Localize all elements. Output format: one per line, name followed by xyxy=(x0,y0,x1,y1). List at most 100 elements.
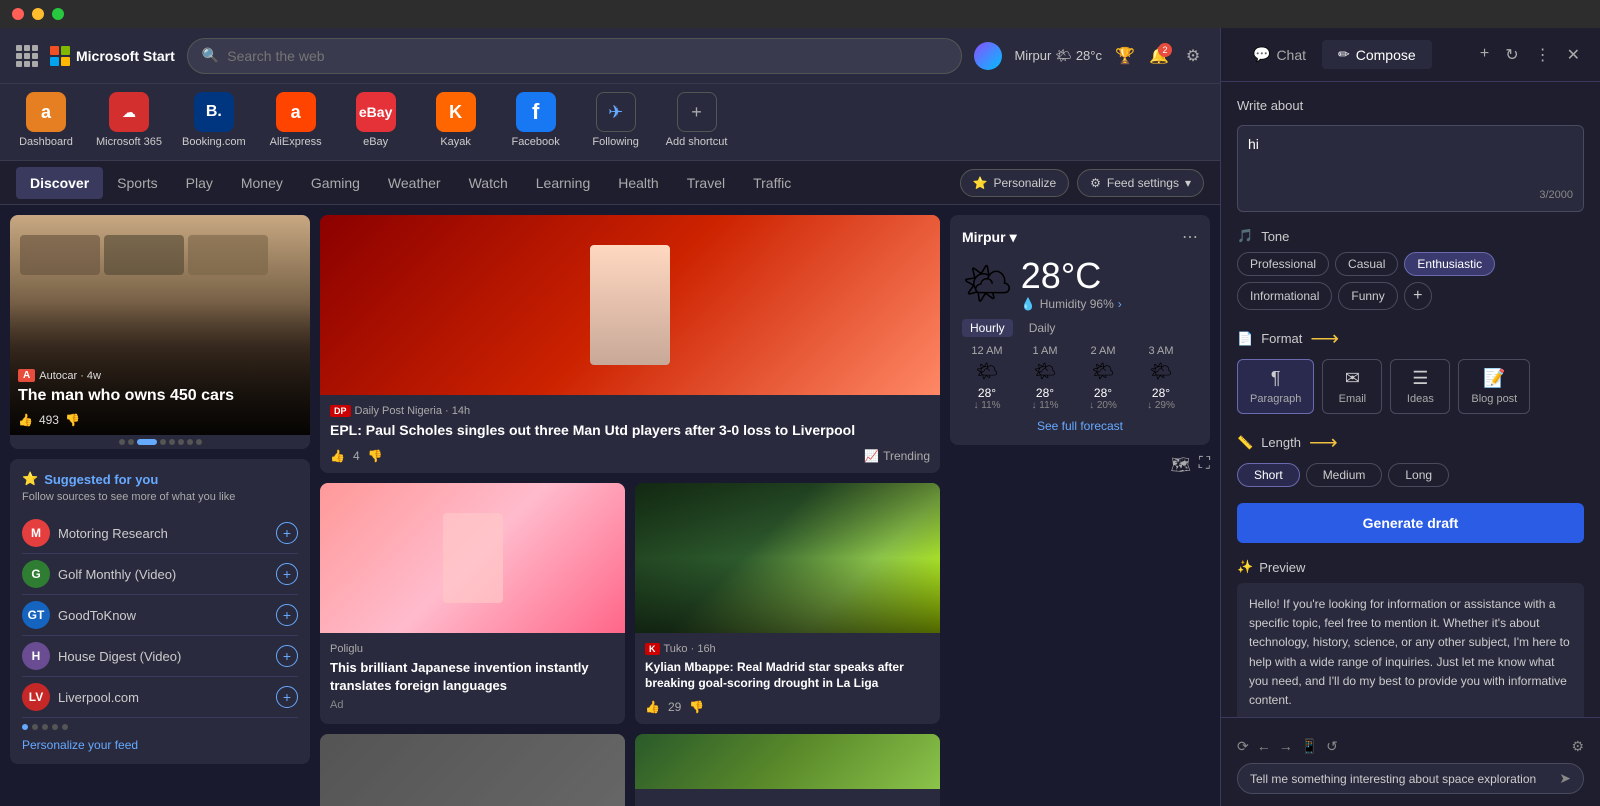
add-liverpool-button[interactable]: + xyxy=(276,686,298,708)
like-mbappe-icon[interactable]: 👍 xyxy=(645,700,660,714)
japanese-article-card[interactable]: Poliglu This brilliant Japanese inventio… xyxy=(320,483,625,725)
new-chat-button[interactable]: + xyxy=(1476,41,1493,69)
chat-input-bar[interactable]: ➤ xyxy=(1237,763,1584,794)
format-email-button[interactable]: ✉ Email xyxy=(1322,359,1382,414)
tone-add-button[interactable]: + xyxy=(1404,282,1432,310)
search-bar[interactable]: 🔍 xyxy=(187,38,963,74)
tab-health[interactable]: Health xyxy=(604,167,672,199)
length-long-button[interactable]: Long xyxy=(1388,463,1449,487)
see-full-forecast-link[interactable]: See full forecast xyxy=(962,419,1198,433)
tab-money[interactable]: Money xyxy=(227,167,297,199)
personalize-feed-link[interactable]: Personalize your feed xyxy=(22,738,298,752)
site-title: Microsoft Start xyxy=(76,48,175,64)
tab-compose[interactable]: ✏ Compose xyxy=(1322,40,1432,69)
add-housedigest-button[interactable]: + xyxy=(276,645,298,667)
add-goodtoknow-button[interactable]: + xyxy=(276,604,298,626)
tone-options: Professional Casual Enthusiastic Informa… xyxy=(1237,252,1584,310)
chat-settings-icon[interactable]: ⚙ xyxy=(1571,738,1584,755)
minimize-window-button[interactable] xyxy=(32,8,44,20)
tab-travel[interactable]: Travel xyxy=(673,167,739,199)
mobile-icon[interactable]: 📱 xyxy=(1301,738,1318,755)
tone-funny-button[interactable]: Funny xyxy=(1338,282,1397,310)
bing-icon[interactable] xyxy=(974,42,1002,70)
generate-draft-button[interactable]: Generate draft xyxy=(1237,503,1584,543)
format-icon: 📄 xyxy=(1237,331,1253,347)
refresh-chat-button[interactable]: ↻ xyxy=(1501,41,1522,69)
dislike-icon[interactable]: 👎 xyxy=(65,413,80,427)
format-ideas-button[interactable]: ☰ Ideas xyxy=(1390,359,1450,414)
map-icon[interactable]: 🗺 xyxy=(1170,455,1190,475)
copy-icon[interactable]: ↺ xyxy=(1326,738,1338,755)
write-about-input[interactable]: hi xyxy=(1248,136,1573,184)
feature-article-card[interactable]: A Autocar · 4w The man who owns 450 cars… xyxy=(10,215,310,449)
search-icon: 🔍 xyxy=(202,47,219,64)
location-chevron[interactable]: ▾ xyxy=(1010,229,1017,246)
regenerate-icon[interactable]: ⟳ xyxy=(1237,738,1249,755)
tab-watch[interactable]: Watch xyxy=(455,167,522,199)
ms-start-logo[interactable]: Microsoft Start xyxy=(50,46,175,66)
write-about-container[interactable]: hi 3/2000 xyxy=(1237,125,1584,212)
shortcut-add[interactable]: + Add shortcut xyxy=(666,92,728,148)
format-paragraph-button[interactable]: ¶ Paragraph xyxy=(1237,359,1314,414)
send-icon[interactable]: ➤ xyxy=(1559,770,1571,787)
tab-chat[interactable]: 💬 Chat xyxy=(1237,40,1322,69)
bottom-article-2[interactable] xyxy=(635,734,940,806)
length-short-button[interactable]: Short xyxy=(1237,463,1300,487)
tone-informational-button[interactable]: Informational xyxy=(1237,282,1332,310)
tab-learning[interactable]: Learning xyxy=(522,167,605,199)
tone-professional-button[interactable]: Professional xyxy=(1237,252,1329,276)
maximize-window-button[interactable] xyxy=(52,8,64,20)
shortcut-facebook[interactable]: f Facebook xyxy=(506,92,566,148)
shortcut-ms365[interactable]: ☁ Microsoft 365 xyxy=(96,92,162,148)
notifications-icon[interactable]: 🔔 2 xyxy=(1148,45,1170,67)
close-chat-button[interactable]: ✕ xyxy=(1563,41,1584,69)
add-golf-button[interactable]: + xyxy=(276,563,298,585)
tone-casual-button[interactable]: Casual xyxy=(1335,252,1398,276)
like-scholes-icon[interactable]: 👍 xyxy=(330,449,345,463)
search-input[interactable] xyxy=(227,48,947,64)
tab-weather[interactable]: Weather xyxy=(374,167,455,199)
tab-gaming[interactable]: Gaming xyxy=(297,167,374,199)
tab-play[interactable]: Play xyxy=(172,167,227,199)
scholes-actions: 👍 4 👎 📈 Trending xyxy=(330,449,930,463)
tab-traffic[interactable]: Traffic xyxy=(739,167,805,199)
apps-grid-icon[interactable] xyxy=(16,45,38,67)
tab-sports[interactable]: Sports xyxy=(103,167,171,199)
feature-source: Autocar · 4w xyxy=(39,370,101,382)
shortcut-dashboard[interactable]: a Dashboard xyxy=(16,92,76,148)
shortcut-booking[interactable]: B. Booking.com xyxy=(182,92,246,148)
weather-more-icon[interactable]: ⋯ xyxy=(1182,227,1198,247)
dislike-mbappe-icon[interactable]: 👎 xyxy=(689,700,704,714)
tone-icon: 🎵 xyxy=(1237,228,1253,244)
like-icon[interactable]: 👍 xyxy=(18,413,33,427)
settings-icon[interactable]: ⚙ xyxy=(1182,45,1204,67)
tab-hourly[interactable]: Hourly xyxy=(962,319,1013,337)
chat-menu-button[interactable]: ⋮ xyxy=(1531,41,1555,69)
shortcut-ebay[interactable]: eBay eBay xyxy=(346,92,406,148)
add-motoring-button[interactable]: + xyxy=(276,522,298,544)
prev-icon[interactable]: ← xyxy=(1257,738,1271,755)
trophy-icon[interactable]: 🏆 xyxy=(1114,45,1136,67)
expand-icon[interactable]: ⛶ xyxy=(1199,455,1210,475)
shortcut-aliexpress[interactable]: a AliExpress xyxy=(266,92,326,148)
humidity-chevron[interactable]: › xyxy=(1118,297,1122,311)
feed-settings-button[interactable]: ⚙ Feed settings ▾ xyxy=(1077,169,1204,197)
next-icon[interactable]: → xyxy=(1279,738,1293,755)
dislike-scholes-icon[interactable]: 👎 xyxy=(368,449,383,463)
shortcut-following[interactable]: ✈ Following xyxy=(586,92,646,148)
bottom-article-1[interactable]: Caterpillar xyxy=(320,734,625,806)
length-medium-button[interactable]: Medium xyxy=(1306,463,1383,487)
shortcut-kayak[interactable]: K Kayak xyxy=(426,92,486,148)
format-blogpost-button[interactable]: 📝 Blog post xyxy=(1458,359,1530,414)
title-bar xyxy=(0,0,1600,28)
personalize-button[interactable]: ⭐ Personalize xyxy=(960,169,1070,197)
tab-daily[interactable]: Daily xyxy=(1021,319,1064,337)
tone-enthusiastic-button[interactable]: Enthusiastic xyxy=(1404,252,1495,276)
mbappe-article-card[interactable]: K Tuko · 16h Kylian Mbappe: Real Madrid … xyxy=(635,483,940,725)
chat-input-field[interactable] xyxy=(1250,772,1551,786)
close-window-button[interactable] xyxy=(12,8,24,20)
scholes-article-card[interactable]: DP Daily Post Nigeria · 14h EPL: Paul Sc… xyxy=(320,215,940,473)
forecast-4am: 4 AM 🌤 28° ↓ 28% xyxy=(1194,345,1198,411)
tab-discover[interactable]: Discover xyxy=(16,167,103,199)
length-section: 📏 Length ⟶ Short Medium Long xyxy=(1237,430,1584,487)
